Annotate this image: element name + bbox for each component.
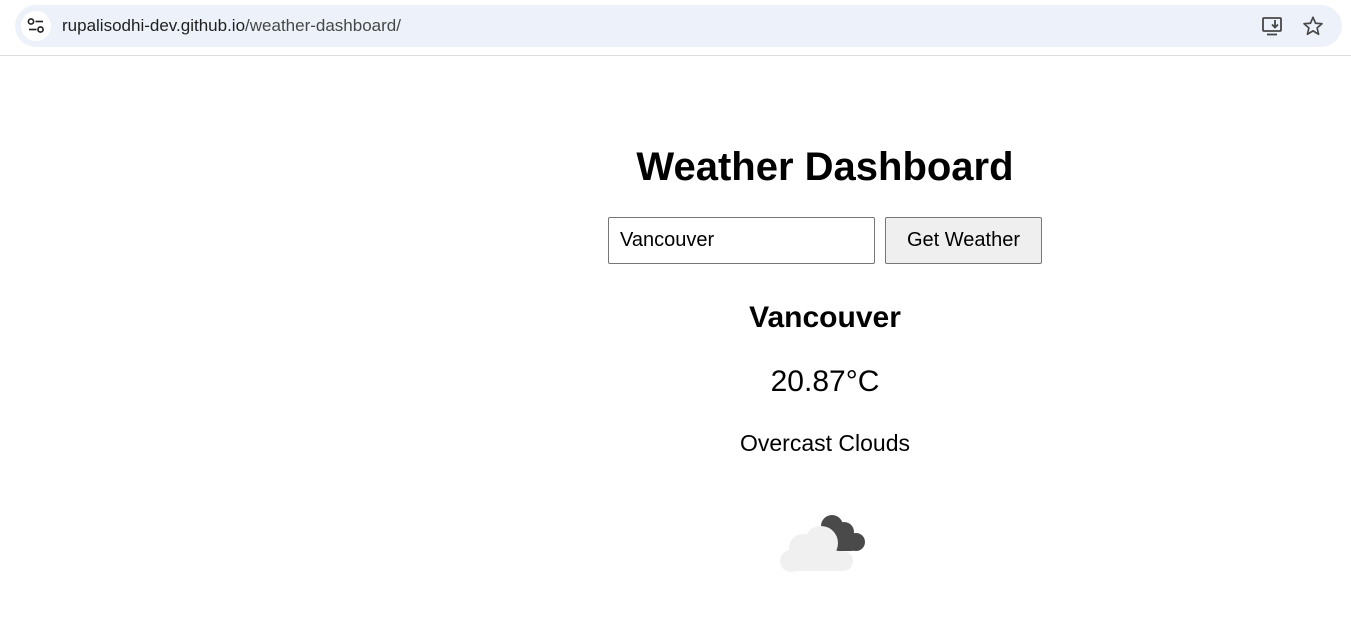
site-info-button[interactable] bbox=[21, 11, 51, 41]
browser-toolbar: rupalisodhi-dev.github.io/weather-dashbo… bbox=[0, 0, 1351, 56]
install-app-icon bbox=[1262, 17, 1282, 36]
weather-description: Overcast Clouds bbox=[739, 430, 910, 456]
url-host: rupalisodhi-dev.github.io bbox=[62, 16, 246, 35]
star-icon bbox=[1303, 16, 1323, 36]
overcast-clouds-icon bbox=[780, 515, 865, 572]
bookmark-button[interactable] bbox=[1300, 13, 1326, 39]
get-weather-button[interactable]: Get Weather bbox=[885, 217, 1042, 264]
install-app-button[interactable] bbox=[1259, 13, 1285, 39]
city-search-input[interactable] bbox=[608, 217, 875, 264]
address-bar[interactable]: rupalisodhi-dev.github.io/weather-dashbo… bbox=[15, 5, 1342, 47]
url-text[interactable]: rupalisodhi-dev.github.io/weather-dashbo… bbox=[62, 5, 401, 47]
url-path: /weather-dashboard/ bbox=[245, 16, 401, 35]
city-name: Vancouver bbox=[749, 301, 901, 334]
temperature: 20.87°C bbox=[770, 365, 880, 398]
page-title: Weather Dashboard bbox=[636, 145, 1014, 189]
site-settings-icon bbox=[27, 18, 44, 33]
page-content: Weather Dashboard Get Weather Vancouver … bbox=[0, 56, 1351, 643]
